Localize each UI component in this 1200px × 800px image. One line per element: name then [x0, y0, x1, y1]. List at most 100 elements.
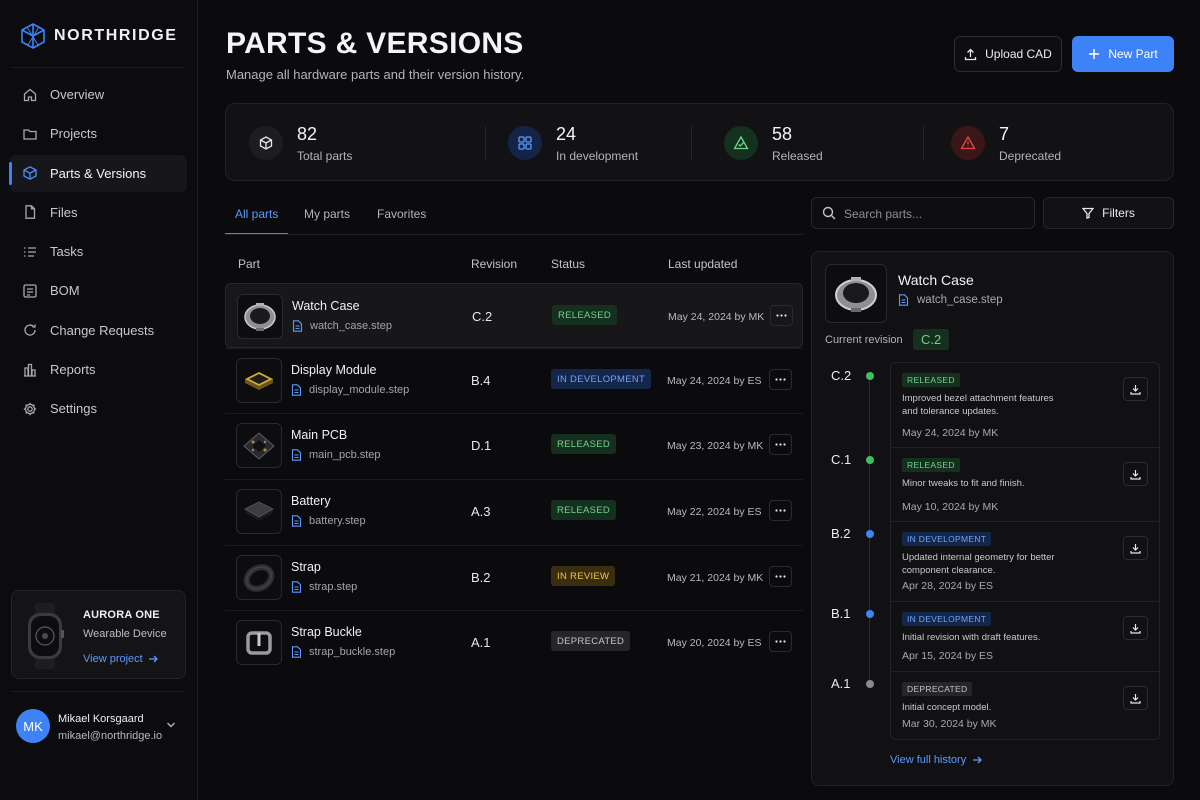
- status-badge: IN DEVELOPMENT: [902, 532, 992, 546]
- part-file-name[interactable]: battery.step: [309, 515, 366, 527]
- project-type: Wearable Device: [83, 628, 167, 640]
- chevron-down-icon[interactable]: [166, 721, 176, 729]
- stat-label: In development: [556, 149, 639, 163]
- column-header-status[interactable]: Status: [551, 257, 585, 271]
- checklist-icon: [24, 247, 36, 257]
- sidebar-item-overview[interactable]: Overview: [10, 76, 187, 113]
- status-badge: RELEASED: [552, 305, 618, 325]
- cube-icon: [23, 166, 37, 181]
- view-project-link[interactable]: View project: [83, 653, 158, 665]
- more-options-button[interactable]: [769, 434, 792, 455]
- revision-card[interactable]: IN DEVELOPMENT Initial revision with dra…: [891, 602, 1159, 672]
- more-options-button[interactable]: [769, 631, 792, 652]
- timeline-dot: [866, 610, 874, 618]
- part-revision: A.1: [471, 635, 491, 650]
- part-detail-panel: Watch Case watch_case.step Current revis…: [811, 251, 1174, 786]
- sidebar-item-bom[interactable]: BOM: [10, 272, 187, 309]
- revision-card[interactable]: RELEASED Minor tweaks to fit and finish.…: [891, 448, 1159, 522]
- download-button[interactable]: [1123, 616, 1148, 640]
- part-file-name[interactable]: main_pcb.step: [309, 449, 381, 461]
- tab-favorites[interactable]: Favorites: [377, 207, 426, 221]
- more-options-button[interactable]: [769, 369, 792, 390]
- view-full-history-link[interactable]: View full history: [890, 754, 983, 766]
- tab-my-parts[interactable]: My parts: [304, 207, 350, 221]
- ellipsis-icon: [775, 509, 786, 512]
- part-name: Strap Buckle: [291, 625, 362, 639]
- column-header-part[interactable]: Part: [238, 257, 260, 271]
- upload-cad-button[interactable]: Upload CAD: [954, 36, 1062, 72]
- divider: [923, 126, 924, 160]
- watch-case-thumbnail: [237, 294, 283, 339]
- table-row[interactable]: Main PCB main_pcb.step D.1 RELEASED May …: [225, 413, 803, 478]
- revision-description: Initial concept model.: [902, 702, 992, 713]
- ellipsis-icon: [775, 575, 786, 578]
- sidebar-item-projects[interactable]: Projects: [10, 115, 187, 152]
- search-input[interactable]: [844, 205, 1024, 223]
- download-icon: [1130, 384, 1141, 395]
- table-row[interactable]: Watch Case watch_case.step C.2 RELEASED …: [225, 283, 803, 348]
- sidebar-item-change-requests[interactable]: Change Requests: [10, 312, 187, 349]
- download-button[interactable]: [1123, 686, 1148, 710]
- project-card: AURORA ONE Wearable Device View project: [11, 590, 186, 679]
- upload-icon: [964, 48, 977, 60]
- grid-icon: [508, 126, 542, 160]
- sidebar-item-label: Change Requests: [50, 322, 155, 338]
- sidebar-item-label: Projects: [50, 126, 97, 142]
- download-button[interactable]: [1123, 377, 1148, 401]
- upload-cad-label: Upload CAD: [985, 47, 1052, 61]
- sidebar-item-files[interactable]: Files: [10, 194, 187, 231]
- more-options-button[interactable]: [769, 566, 792, 587]
- column-header-revision[interactable]: Revision: [471, 257, 517, 271]
- sidebar-item-reports[interactable]: Reports: [10, 351, 187, 388]
- more-options-button[interactable]: [769, 500, 792, 521]
- divider: [12, 67, 185, 68]
- timeline-revision-label: C.2: [831, 368, 852, 383]
- timeline-dot: [866, 530, 874, 538]
- cube-logo-icon: [20, 22, 46, 50]
- more-options-button[interactable]: [770, 305, 793, 326]
- revision-description: Improved bezel attachment features and t…: [902, 393, 1054, 417]
- user-profile[interactable]: MK Mikael Korsgaard mikael@northridge.io: [16, 709, 184, 745]
- view-full-history-label: View full history: [890, 754, 967, 766]
- part-file-name[interactable]: display_module.step: [309, 384, 409, 396]
- divider: [225, 479, 803, 480]
- part-last-updated: May 24, 2024 by MK: [668, 311, 765, 323]
- revision-card[interactable]: DEPRECATED Initial concept model. Mar 30…: [891, 672, 1159, 739]
- sidebar-item-tasks[interactable]: Tasks: [10, 233, 187, 270]
- filters-button[interactable]: Filters: [1043, 197, 1174, 229]
- download-button[interactable]: [1123, 462, 1148, 486]
- brand[interactable]: NORTHRIDGE: [20, 22, 178, 50]
- part-last-updated: May 22, 2024 by ES: [667, 506, 762, 518]
- part-name: Battery: [291, 494, 331, 508]
- sidebar-item-label: Parts & Versions: [50, 165, 147, 181]
- revision-card[interactable]: RELEASED Improved bezel attachment featu…: [891, 363, 1159, 448]
- sidebar-item-label: Files: [50, 204, 78, 220]
- sidebar-item-parts-versions[interactable]: Parts & Versions: [9, 154, 187, 192]
- table-row[interactable]: Display Module display_module.step B.4 I…: [225, 348, 803, 413]
- sidebar-item-settings[interactable]: Settings: [10, 390, 187, 427]
- search-icon: [822, 206, 836, 220]
- table-row[interactable]: Strap Buckle strap_buckle.step A.1 DEPRE…: [225, 610, 803, 675]
- new-part-button[interactable]: New Part: [1072, 36, 1174, 72]
- part-file-name[interactable]: strap_buckle.step: [309, 646, 395, 658]
- tab-all-parts[interactable]: All parts: [235, 207, 278, 221]
- table-row[interactable]: Strap strap.step B.2 IN REVIEW May 21, 2…: [225, 545, 803, 610]
- revision-card[interactable]: IN DEVELOPMENT Updated internal geometry…: [891, 522, 1159, 602]
- download-button[interactable]: [1123, 536, 1148, 560]
- detail-file-name[interactable]: watch_case.step: [917, 294, 1003, 306]
- view-project-label: View project: [83, 653, 143, 665]
- part-name: Main PCB: [291, 428, 348, 442]
- folder-icon: [23, 129, 37, 140]
- download-icon: [1130, 693, 1141, 704]
- part-file-name[interactable]: strap.step: [309, 581, 357, 593]
- app-root: NORTHRIDGE Overview Projects Parts & Ver…: [0, 0, 1200, 800]
- part-revision: B.4: [471, 373, 491, 388]
- status-badge: RELEASED: [902, 458, 960, 472]
- table-row[interactable]: Battery battery.step A.3 RELEASED May 22…: [225, 479, 803, 544]
- part-file-name[interactable]: watch_case.step: [310, 320, 392, 332]
- revision-description: Updated internal geometry for better com…: [902, 552, 1055, 576]
- file-icon: [291, 581, 302, 593]
- column-header-last-updated[interactable]: Last updated: [668, 257, 737, 271]
- part-last-updated: May 21, 2024 by MK: [667, 572, 764, 584]
- main-pcb-thumbnail: [236, 423, 282, 468]
